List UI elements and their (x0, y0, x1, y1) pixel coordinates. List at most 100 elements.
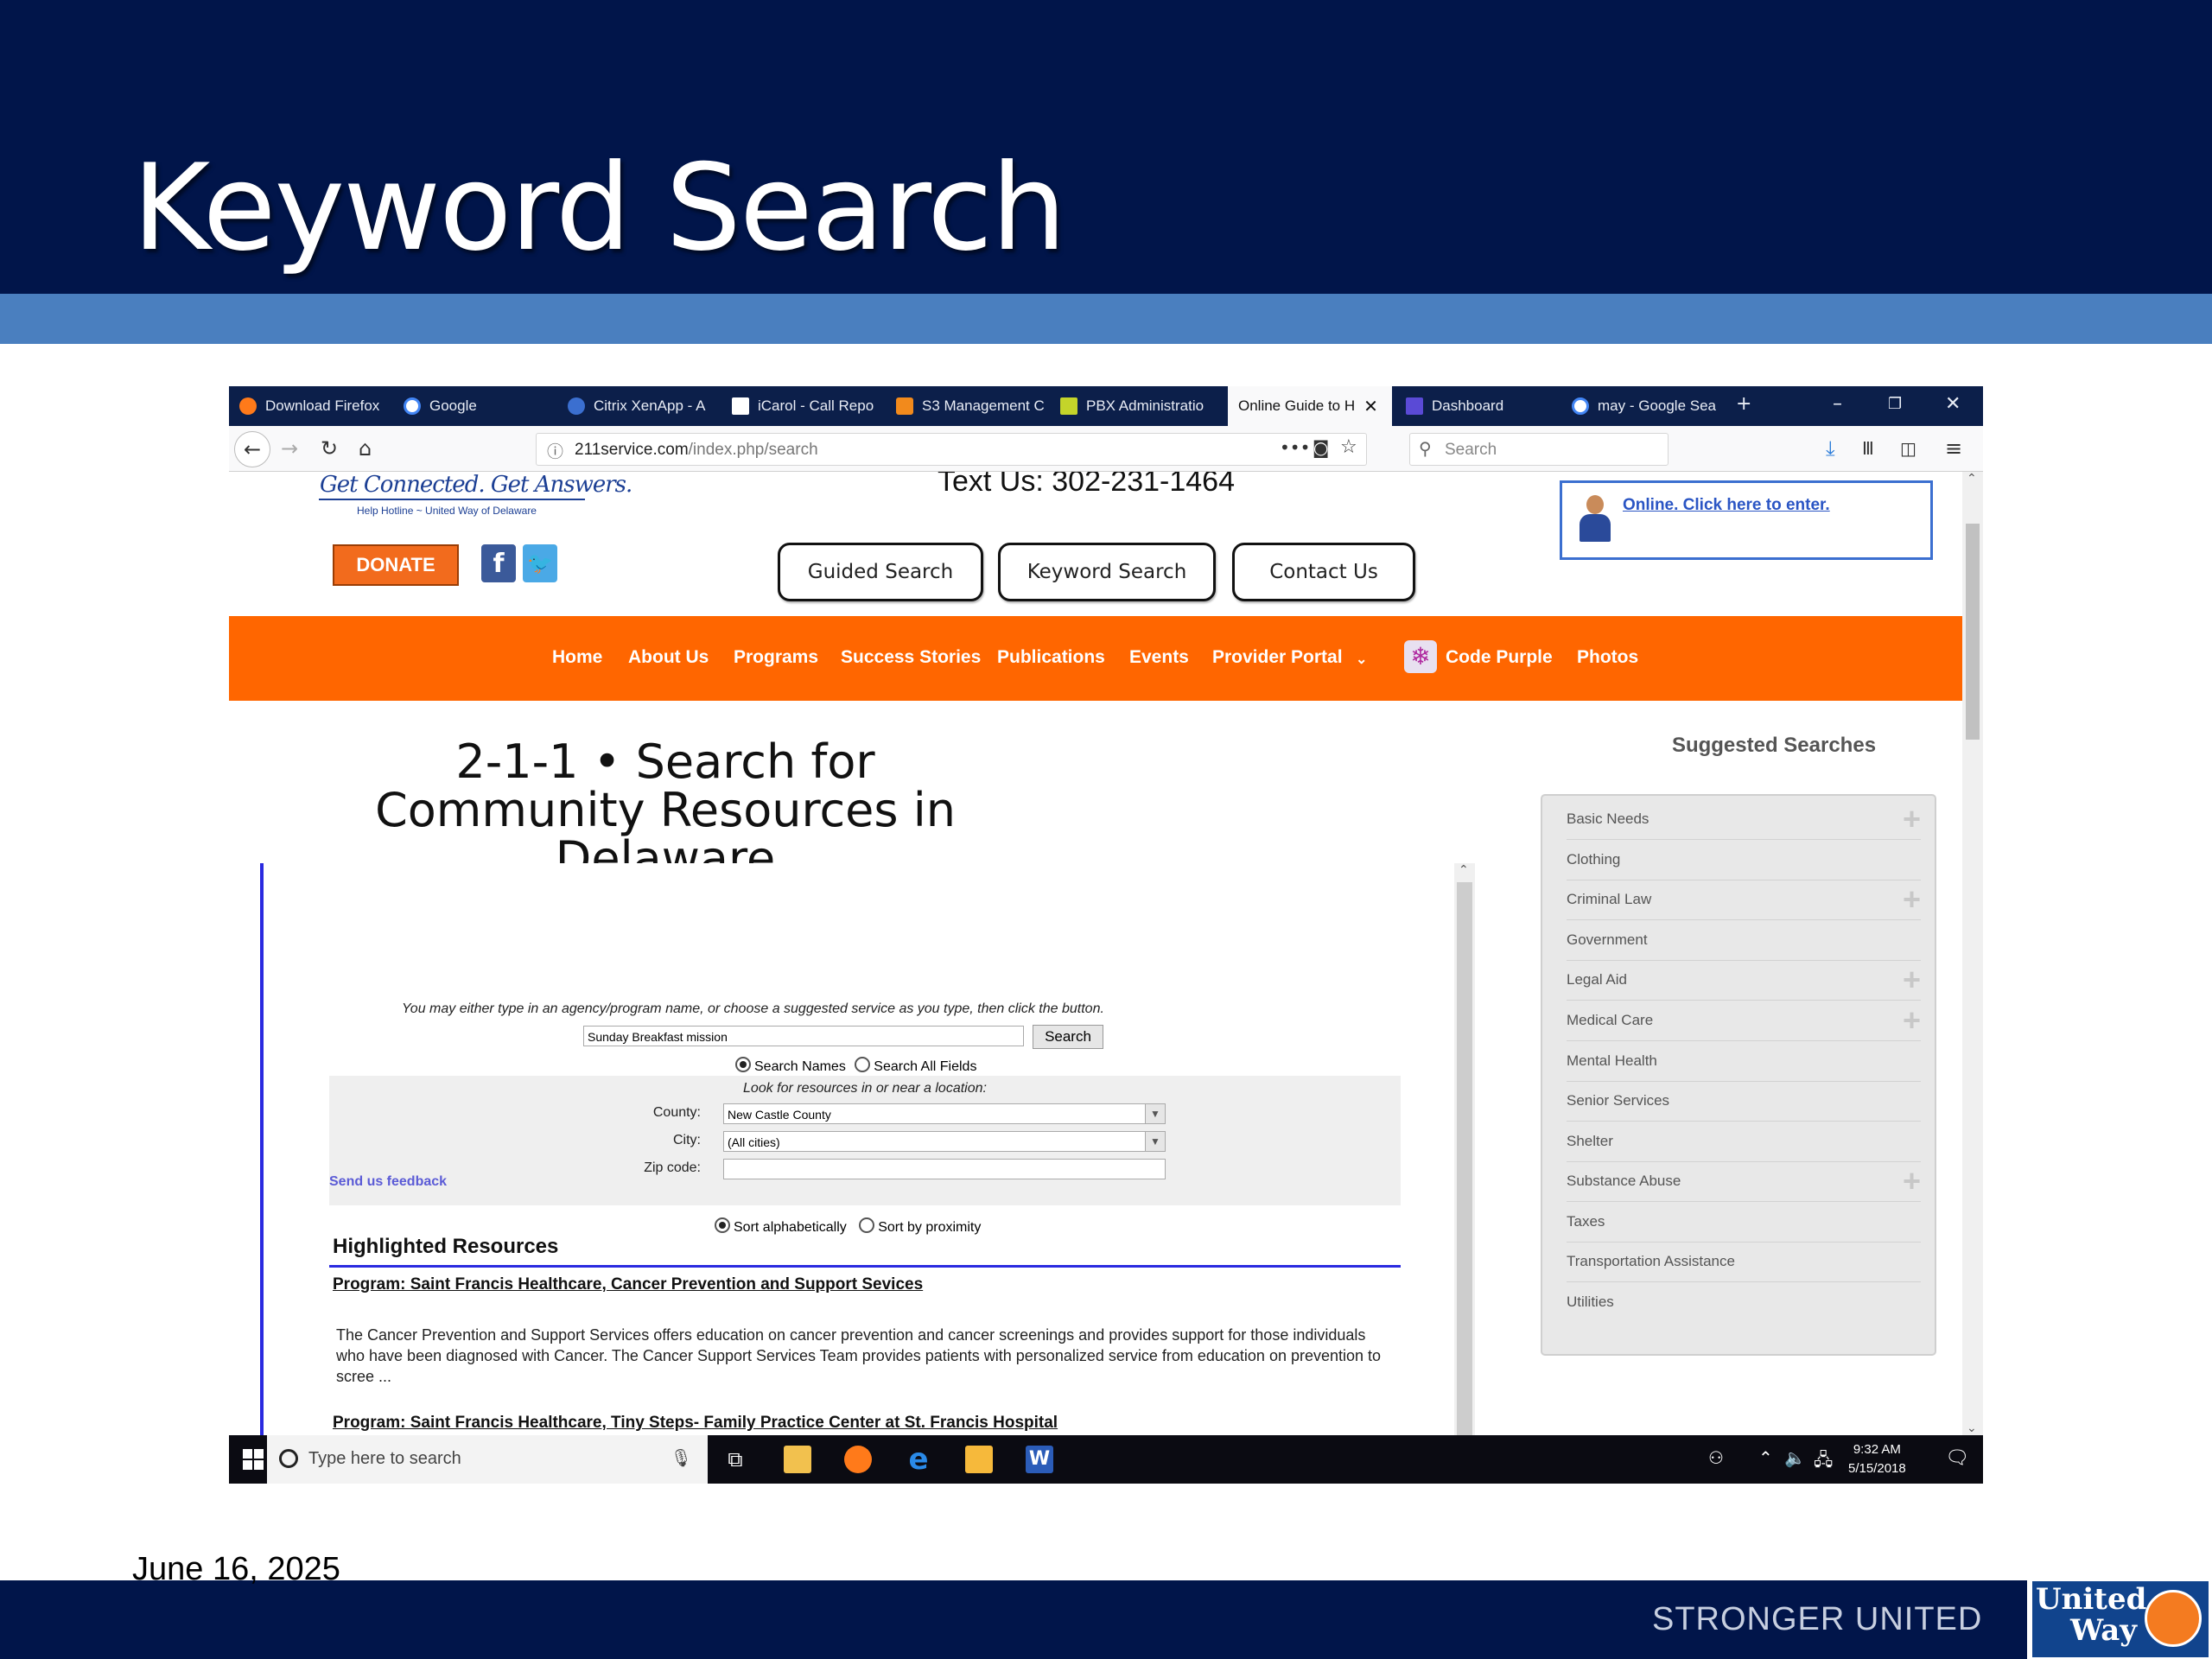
chat-link[interactable]: Online. Click here to enter. (1623, 496, 1830, 515)
radio-sort-alpha[interactable] (715, 1217, 730, 1233)
restore-icon[interactable]: ❐ (1888, 395, 1902, 413)
program-link[interactable]: Program: Saint Francis Healthcare, Cance… (333, 1275, 923, 1294)
chevron-down-icon[interactable]: ⌄ (1356, 651, 1367, 668)
pbx-icon (1060, 397, 1077, 415)
browser-tab[interactable]: Google (393, 386, 557, 426)
cortana-icon (279, 1449, 298, 1468)
nav-home[interactable]: Home (552, 647, 602, 668)
search-submit-button[interactable]: Search (1033, 1025, 1103, 1049)
county-select[interactable]: New Castle County ▼ (723, 1103, 1166, 1124)
chevron-up-icon[interactable]: ⌃ (1758, 1447, 1773, 1468)
sidebar-icon[interactable]: ◫ (1900, 438, 1916, 459)
suggested-item[interactable]: Utilities (1567, 1282, 1921, 1322)
task-view-icon[interactable]: ⧉ (721, 1446, 749, 1473)
browser-tab[interactable]: S3 Management C (886, 386, 1050, 426)
windows-start-icon[interactable] (243, 1449, 264, 1470)
city-select[interactable]: (All cities) ▼ (723, 1131, 1166, 1152)
file-explorer-icon[interactable] (784, 1446, 811, 1473)
frame-scrollbar[interactable]: ⌃ (1454, 863, 1475, 1435)
suggested-item[interactable]: Government (1567, 920, 1921, 961)
close-tab-icon[interactable]: ✕ (1363, 396, 1378, 417)
suggested-item[interactable]: Basic Needs + (1567, 799, 1921, 840)
live-chat-box[interactable]: Online. Click here to enter. (1560, 480, 1933, 560)
pocket-icon[interactable]: ◙ (1313, 437, 1329, 458)
program-link[interactable]: Program: Saint Francis Healthcare, Tiny … (333, 1414, 1058, 1433)
suggested-item[interactable]: Legal Aid + (1567, 960, 1921, 1001)
address-bar[interactable]: ⓘ 211service.com/index.php/search ••• ◙ … (536, 433, 1367, 466)
taskbar-search-box[interactable]: Type here to search 🎙 (267, 1435, 708, 1484)
suggested-item[interactable]: Medical Care + (1567, 1001, 1921, 1041)
nav-about-us[interactable]: About Us (628, 647, 709, 668)
scroll-up-icon[interactable]: ⌃ (1459, 863, 1469, 877)
radio-sort-proximity[interactable] (859, 1217, 875, 1233)
suggested-item[interactable]: Shelter (1567, 1122, 1921, 1162)
browser-tab[interactable]: Citrix XenApp - A (557, 386, 721, 426)
browser-tab[interactable]: PBX Administratio (1050, 386, 1214, 426)
home-icon[interactable]: ⌂ (359, 436, 372, 461)
suggested-item[interactable]: Clothing (1567, 840, 1921, 880)
expand-plus-icon[interactable]: + (1903, 1161, 1921, 1201)
browser-tab-active[interactable]: Online Guide to H ✕ (1228, 386, 1392, 426)
new-tab-icon[interactable]: + (1736, 393, 1751, 415)
radio-search-all[interactable] (855, 1057, 871, 1072)
expand-plus-icon[interactable]: + (1903, 960, 1921, 1000)
facebook-icon[interactable]: f (481, 544, 516, 582)
suggested-searches-panel: Basic Needs + Clothing Criminal Law + Gove… (1541, 794, 1936, 1356)
suggested-item[interactable]: Senior Services (1567, 1081, 1921, 1122)
scroll-down-icon[interactable]: ⌄ (1967, 1421, 1977, 1435)
expand-plus-icon[interactable]: + (1903, 1001, 1921, 1040)
expand-plus-icon[interactable]: + (1903, 880, 1921, 919)
browser-search-box[interactable]: ⚲ Search (1409, 433, 1669, 466)
icarol-icon (732, 397, 749, 415)
nav-success-stories[interactable]: Success Stories (841, 647, 981, 668)
browser-tab[interactable]: Dashboard (1395, 386, 1560, 426)
reload-icon[interactable]: ↻ (321, 436, 338, 461)
feedback-link[interactable]: Send us feedback (329, 1174, 447, 1190)
word-icon[interactable]: W (1026, 1446, 1053, 1473)
nav-photos[interactable]: Photos (1577, 647, 1638, 668)
network-icon[interactable]: 🖧 (1814, 1447, 1833, 1477)
forward-arrow-icon[interactable]: → (281, 436, 298, 461)
nav-publications[interactable]: Publications (997, 647, 1105, 668)
keyword-input[interactable]: Sunday Breakfast mission (583, 1026, 1024, 1046)
nav-code-purple[interactable]: Code Purple (1446, 647, 1553, 668)
people-icon[interactable]: ⚇ (1708, 1447, 1724, 1468)
outlook-icon[interactable] (965, 1446, 993, 1473)
more-actions-icon[interactable]: ••• (1280, 437, 1310, 458)
browser-tab[interactable]: iCarol - Call Repo (721, 386, 886, 426)
keyword-search-button[interactable]: Keyword Search (998, 543, 1216, 601)
suggested-item[interactable]: Substance Abuse + (1567, 1161, 1921, 1202)
nav-events[interactable]: Events (1129, 647, 1189, 668)
browser-tab[interactable]: Download Firefox (229, 386, 393, 426)
suggested-item[interactable]: Taxes (1567, 1202, 1921, 1243)
nav-provider-portal[interactable]: Provider Portal (1212, 647, 1343, 668)
zip-input[interactable] (723, 1159, 1166, 1179)
microphone-icon[interactable]: 🎙 (671, 1447, 692, 1469)
firefox-taskbar-icon[interactable] (844, 1446, 872, 1473)
minimize-icon[interactable]: – (1833, 393, 1842, 415)
united-way-hand-icon (2145, 1590, 2202, 1647)
library-icon[interactable]: Ⅲ (1862, 438, 1874, 459)
guided-search-button[interactable]: Guided Search (778, 543, 983, 601)
back-arrow-icon[interactable]: ← (234, 431, 270, 467)
volume-icon[interactable]: 🔈 (1784, 1447, 1806, 1468)
contact-us-button[interactable]: Contact Us (1232, 543, 1415, 601)
close-window-icon[interactable]: ✕ (1945, 393, 1961, 415)
scroll-up-icon[interactable]: ⌃ (1967, 472, 1977, 486)
donate-button[interactable]: DONATE (333, 544, 459, 586)
menu-icon[interactable]: ≡ (1945, 436, 1962, 461)
download-icon[interactable]: ⤓ (1826, 436, 1835, 461)
suggested-item[interactable]: Mental Health (1567, 1041, 1921, 1082)
notifications-icon[interactable]: 🗨 (1945, 1447, 1969, 1469)
expand-plus-icon[interactable]: + (1903, 799, 1921, 839)
browser-tab[interactable]: may - Google Sea (1561, 386, 1726, 426)
page-scrollbar[interactable]: ⌃ ⌄ (1962, 472, 1983, 1435)
taskbar-clock[interactable]: 9:32 AM 5/15/2018 (1848, 1440, 1906, 1478)
edge-icon[interactable]: e (905, 1445, 932, 1474)
suggested-item[interactable]: Transportation Assistance (1567, 1242, 1921, 1282)
nav-programs[interactable]: Programs (734, 647, 818, 668)
radio-search-names[interactable] (735, 1057, 751, 1072)
bookmark-star-icon[interactable]: ☆ (1340, 436, 1357, 458)
twitter-icon[interactable]: 🐦 (523, 544, 557, 582)
suggested-item[interactable]: Criminal Law + (1567, 880, 1921, 920)
